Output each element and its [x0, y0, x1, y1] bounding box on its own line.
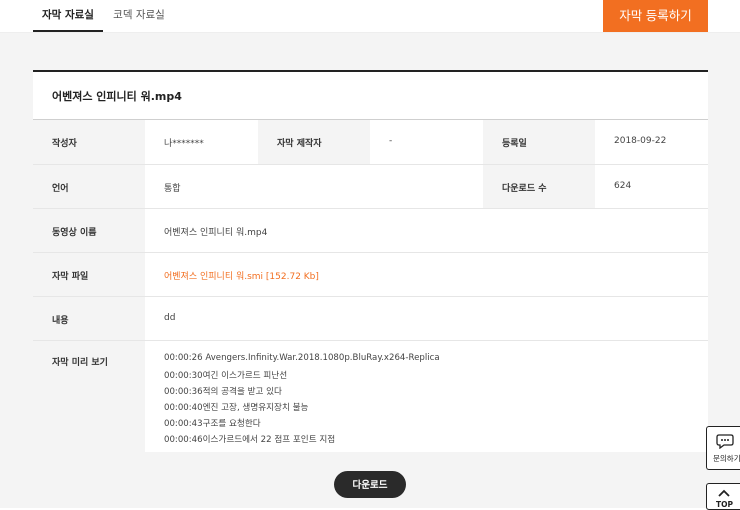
- author-label: 작성자: [52, 139, 77, 149]
- info-row-file: 자막 파일 어벤져스 인피니티 워.smi [152.72 Kb]: [33, 253, 708, 297]
- inquiry-label: 문의하기: [713, 454, 740, 463]
- preview-line: 00:00:43구조를 요청한다: [164, 419, 261, 429]
- file-label-cell: 자막 파일: [33, 253, 145, 296]
- download-button[interactable]: 다운로드: [334, 471, 406, 498]
- preview-line: 00:00:40엔진 고장, 생명유지장치 불능: [164, 403, 309, 413]
- chat-bubble-icon: [716, 434, 734, 449]
- video-value: 어벤져스 인피니티 워.mp4: [164, 228, 268, 238]
- page-title: 어벤져스 인피니티 워.mp4: [52, 90, 182, 103]
- chevron-up-icon: [718, 489, 730, 497]
- maker-label-cell: 자막 제작자: [258, 120, 370, 164]
- date-value: 2018-09-22: [614, 136, 667, 146]
- language-value: 통합: [164, 184, 181, 194]
- tab-subtitle-library[interactable]: 자막 자료실: [33, 0, 103, 32]
- language-label-cell: 언어: [33, 165, 145, 208]
- date-label: 등록일: [502, 139, 527, 149]
- content-label: 내용: [52, 316, 69, 326]
- downloads-value: 624: [614, 181, 632, 191]
- subtitle-detail-card: 어벤져스 인피니티 워.mp4 작성자 나******* 자막 제작자 - 등록…: [33, 70, 708, 452]
- preview-line: 00:00:30여긴 이스가르드 피난선: [164, 371, 288, 381]
- author-value: 나*******: [164, 139, 204, 149]
- info-row-language: 언어 통합 다운로드 수 624: [33, 165, 708, 209]
- tab-codec-library[interactable]: 코덱 자료실: [106, 0, 172, 31]
- downloads-label-cell: 다운로드 수: [483, 165, 595, 208]
- preview-line: 00:00:26 Avengers.Infinity.War.2018.1080…: [164, 353, 440, 363]
- maker-label: 자막 제작자: [277, 139, 322, 149]
- author-label-cell: 작성자: [33, 120, 145, 164]
- register-subtitle-button[interactable]: 자막 등록하기: [603, 0, 708, 32]
- top-tab-bar: 자막 자료실 코덱 자료실 자막 등록하기: [0, 0, 740, 33]
- video-label: 동영상 이름: [52, 228, 97, 238]
- inquiry-floating-button[interactable]: 문의하기: [706, 426, 740, 470]
- content-label-cell: 내용: [33, 297, 145, 340]
- preview-label-cell: 자막 미리 보기: [33, 341, 145, 452]
- title-row: 어벤져스 인피니티 워.mp4: [33, 72, 708, 120]
- preview-line: 00:00:46이스가르드에서 22 점프 포인트 지점: [164, 435, 336, 445]
- content-value: dd: [164, 313, 176, 323]
- preview-label: 자막 미리 보기: [52, 358, 108, 368]
- maker-value: -: [389, 136, 393, 146]
- file-label: 자막 파일: [52, 272, 89, 282]
- info-row-author: 작성자 나******* 자막 제작자 - 등록일 2018-09-22: [33, 120, 708, 165]
- info-row-video: 동영상 이름 어벤져스 인피니티 워.mp4: [33, 209, 708, 253]
- downloads-label: 다운로드 수: [502, 184, 547, 194]
- date-label-cell: 등록일: [483, 120, 595, 164]
- info-row-content: 내용 dd: [33, 297, 708, 341]
- scroll-top-button[interactable]: TOP: [706, 483, 740, 510]
- video-label-cell: 동영상 이름: [33, 209, 145, 252]
- info-row-preview: 자막 미리 보기 00:00:26 Avengers.Infinity.War.…: [33, 341, 708, 452]
- language-label: 언어: [52, 184, 69, 194]
- subtitle-file-link[interactable]: 어벤져스 인피니티 워.smi [152.72 Kb]: [164, 269, 319, 282]
- preview-line: 00:00:36적의 공격을 받고 있다: [164, 387, 282, 397]
